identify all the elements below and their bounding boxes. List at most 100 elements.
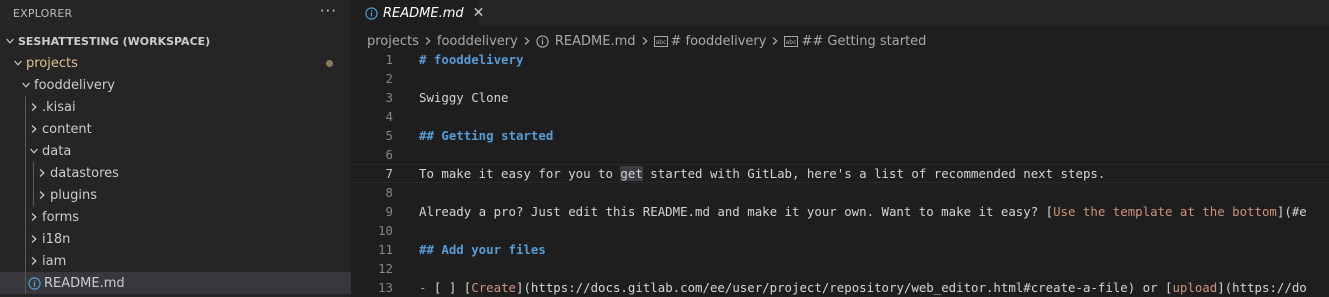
- folder-item[interactable]: forms: [0, 206, 351, 228]
- more-actions-icon[interactable]: ···: [320, 2, 337, 20]
- explorer-header: EXPLORER ···: [0, 0, 351, 26]
- indent-guide: [25, 118, 26, 140]
- text-token: ](https://docs.gitlab.com/ee/user/projec…: [516, 280, 1173, 295]
- chevron-down-icon: [26, 143, 42, 159]
- breadcrumb-projects[interactable]: projects: [367, 34, 419, 49]
- code-line: 8: [351, 183, 1329, 202]
- chevron-right-icon: [26, 253, 42, 269]
- code-line: 7 To make it easy for you to get started …: [351, 164, 1329, 183]
- line-text: To make it easy for you to get started w…: [419, 166, 1105, 181]
- code-line: 3 Swiggy Clone: [351, 88, 1329, 107]
- workspace-header[interactable]: SESHATTESTING (WORKSPACE): [0, 30, 351, 52]
- explorer-sidebar: EXPLORER ··· SESHATTESTING (WORKSPACE) p…: [0, 0, 351, 297]
- chevron-right-icon: [423, 36, 433, 46]
- line-number: 13: [378, 280, 393, 295]
- line-number: 6: [385, 147, 393, 162]
- text-token: ](https://do: [1217, 280, 1307, 295]
- line-text: ## Getting started: [419, 128, 553, 143]
- svg-text:abc: abc: [655, 39, 666, 46]
- file-tree: projects fooddelivery .kisai content data dat…: [0, 52, 351, 294]
- info-icon: [365, 6, 378, 20]
- text-token: Swiggy Clone: [419, 90, 509, 105]
- tree-item-label: datastores: [50, 165, 119, 181]
- chevron-down-icon: [10, 55, 26, 71]
- text-token: [ ] [: [433, 280, 472, 295]
- link-text-token: upload: [1172, 280, 1218, 295]
- symbol-string-icon: abc: [784, 35, 799, 47]
- line-number: 7: [385, 166, 393, 181]
- editor-area: README.md ✕ projects fooddelivery README…: [351, 0, 1329, 297]
- chevron-right-icon: [522, 36, 532, 46]
- folder-item[interactable]: iam: [0, 250, 351, 272]
- heading-token: # fooddelivery: [419, 52, 524, 67]
- close-icon[interactable]: ✕: [473, 5, 485, 21]
- breadcrumb-folder[interactable]: fooddelivery: [437, 34, 518, 49]
- tab-readme[interactable]: README.md ✕: [351, 0, 484, 26]
- folder-item[interactable]: .kisai: [0, 96, 351, 118]
- line-number: 9: [385, 204, 393, 219]
- chevron-right-icon: [26, 231, 42, 247]
- heading-token: ## Getting started: [419, 128, 554, 143]
- code-line: 5 ## Getting started: [351, 126, 1329, 145]
- link-text-token: Create: [471, 280, 516, 295]
- line-number: 4: [385, 109, 393, 124]
- folder-item[interactable]: i18n: [0, 228, 351, 250]
- tree-item-label: projects: [26, 55, 78, 71]
- indent-guide: [25, 272, 26, 294]
- folder-item[interactable]: projects: [0, 52, 351, 74]
- tree-item-label: fooddelivery: [34, 77, 115, 93]
- info-icon: [536, 34, 549, 48]
- indent-guide: [25, 96, 26, 118]
- indent-guide: [25, 250, 26, 272]
- text-token: ](#e: [1276, 204, 1307, 219]
- line-number: 8: [385, 185, 393, 200]
- line-number: 12: [378, 261, 393, 276]
- code-line: 4: [351, 107, 1329, 126]
- chevron-right-icon: [770, 36, 780, 46]
- line-text: ## Add your files: [419, 242, 546, 257]
- breadcrumb-heading-2[interactable]: abc ## Getting started: [784, 34, 926, 49]
- modified-indicator: [326, 60, 333, 67]
- breadcrumb-heading-2-label: ## Getting started: [801, 33, 927, 49]
- workspace-title: SESHATTESTING (WORKSPACE): [18, 34, 211, 48]
- line-number: 5: [385, 128, 393, 143]
- line-number: 11: [378, 242, 393, 257]
- breadcrumb-heading-1-label: # fooddelivery: [670, 33, 767, 49]
- tree-item-label: content: [42, 121, 92, 137]
- line-number: 10: [378, 223, 393, 238]
- breadcrumb-file[interactable]: README.md: [536, 34, 636, 49]
- tree-item-label: README.md: [44, 275, 125, 291]
- line-text: Already a pro? Just edit this README.md …: [419, 204, 1307, 219]
- folder-item[interactable]: content: [0, 118, 351, 140]
- line-text: - [ ] [Create](https://docs.gitlab.com/e…: [419, 280, 1307, 295]
- text-token: started with GitLab, here's a list of re…: [642, 166, 1106, 181]
- text-token: Already a pro? Just edit this README.md …: [419, 204, 1046, 219]
- tab-bar: README.md ✕: [351, 0, 1329, 26]
- chevron-right-icon: [26, 121, 42, 137]
- tree-item-label: plugins: [50, 187, 97, 203]
- code-editor[interactable]: 1 # fooddelivery 2 3 Swiggy Clone 4 5 ## Gettin…: [351, 50, 1329, 297]
- tree-item-label: data: [42, 143, 72, 159]
- chevron-right-icon: [26, 99, 42, 115]
- breadcrumb-file-label: README.md: [554, 33, 636, 49]
- code-line: 2: [351, 69, 1329, 88]
- line-number: 3: [385, 90, 393, 105]
- tree-item-label: .kisai: [42, 99, 76, 115]
- code-line: 9 Already a pro? Just edit this README.md…: [351, 202, 1329, 221]
- indent-guide: [33, 162, 34, 184]
- chevron-right-icon: [26, 209, 42, 225]
- heading-token: ## Add your files: [419, 242, 546, 257]
- explorer-title: EXPLORER: [13, 6, 73, 20]
- folder-item[interactable]: datastores: [0, 162, 351, 184]
- text-token: [: [1045, 204, 1054, 219]
- file-item[interactable]: README.md: [0, 272, 351, 294]
- folder-item[interactable]: fooddelivery: [0, 74, 351, 96]
- indent-guide: [25, 184, 26, 206]
- svg-text:abc: abc: [786, 39, 797, 46]
- folder-item[interactable]: plugins: [0, 184, 351, 206]
- indent-guide: [25, 140, 26, 162]
- line-text: # fooddelivery: [419, 52, 523, 67]
- folder-item[interactable]: data: [0, 140, 351, 162]
- text-token: get: [620, 166, 643, 181]
- breadcrumb-heading-1[interactable]: abc # fooddelivery: [653, 33, 767, 49]
